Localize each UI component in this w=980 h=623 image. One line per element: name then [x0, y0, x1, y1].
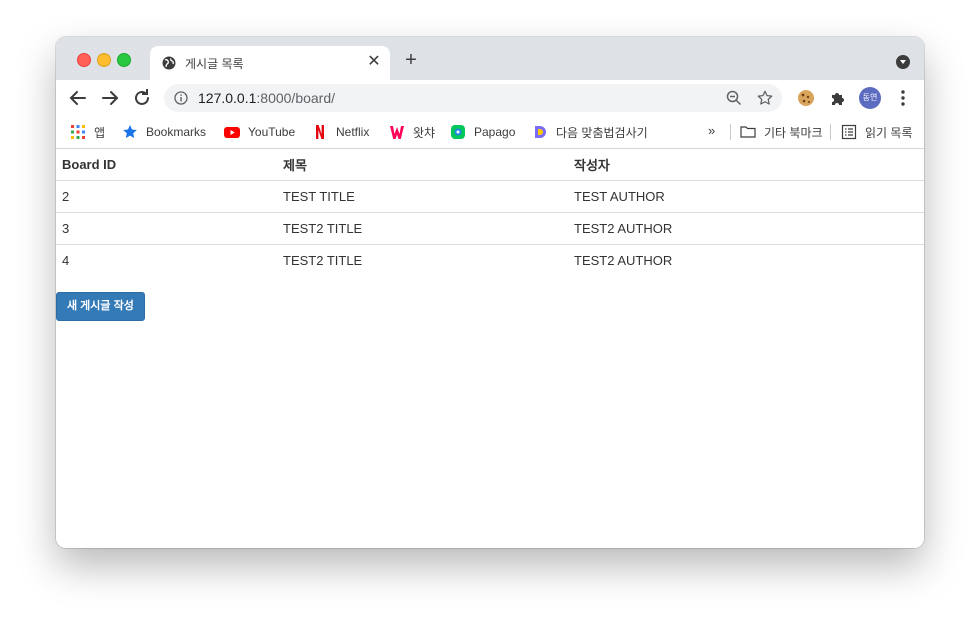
zoom-out-icon[interactable] [726, 90, 742, 106]
page-content: Board ID 제목 작성자 2 TEST TITLE TEST AUTHOR… [56, 149, 924, 548]
browser-window: 게시글 목록 ✕ + 127.0.0.1:8000/board/ 동연 앱 Bo… [56, 37, 924, 548]
tab-strip: 게시글 목록 ✕ + [56, 37, 924, 80]
reading-list-icon [841, 124, 857, 140]
extensions-puzzle-icon[interactable] [828, 88, 848, 108]
cell-author: TEST2 AUTHOR [568, 212, 924, 245]
cell-title: TEST TITLE [277, 180, 568, 213]
folder-icon [740, 126, 756, 138]
bookmarks-divider-2 [830, 124, 831, 140]
reload-icon[interactable] [130, 86, 154, 110]
new-post-button[interactable]: 새 게시글 작성 [56, 292, 145, 321]
minimize-window-button[interactable] [97, 53, 111, 67]
tab-active[interactable]: 게시글 목록 ✕ [150, 46, 390, 80]
globe-icon [162, 56, 176, 70]
bookmarks-divider [730, 124, 731, 140]
bookmark-netflix[interactable]: Netflix [312, 123, 369, 141]
cell-title: TEST2 TITLE [277, 212, 568, 245]
tab-search-icon[interactable] [896, 55, 910, 69]
cookie-extension-icon[interactable] [796, 88, 816, 108]
cell-board-id: 3 [56, 212, 277, 245]
cell-title: TEST2 TITLE [283, 253, 363, 268]
bookmarks-bar: 앱 Bookmarks YouTube Netflix 왓챠 Papago 다음… [56, 116, 924, 149]
bookmark-papago[interactable]: Papago [450, 123, 515, 141]
bookmark-daum-spellcheck[interactable]: 다음 맞춤법검사기 [532, 123, 648, 141]
browser-toolbar: 127.0.0.1:8000/board/ 동연 [56, 80, 924, 116]
address-bar[interactable]: 127.0.0.1:8000/board/ [164, 84, 782, 112]
url-text[interactable]: 127.0.0.1:8000/board/ [198, 90, 335, 106]
daum-icon [535, 126, 546, 138]
menu-kebab-icon[interactable] [895, 88, 911, 108]
table-row[interactable]: 3 TEST2 TITLE TEST2 AUTHOR [56, 212, 924, 245]
back-arrow-icon[interactable] [66, 86, 90, 110]
bookmark-youtube[interactable]: YouTube [224, 123, 295, 141]
star-icon [123, 125, 137, 138]
forward-arrow-icon[interactable] [98, 86, 122, 110]
table-row[interactable]: 2 TEST TITLE TEST AUTHOR [56, 180, 924, 213]
netflix-icon [316, 125, 324, 139]
tab-close-icon[interactable]: ✕ [366, 54, 382, 70]
bookmark-other-folder[interactable]: 기타 북마크 [740, 123, 823, 141]
bookmark-star-icon[interactable] [756, 89, 774, 107]
papago-icon [451, 125, 465, 139]
cell-author: TEST AUTHOR [568, 180, 924, 213]
tab-title: 게시글 목록 [185, 57, 244, 71]
table-header-row: Board ID 제목 작성자 [56, 149, 924, 181]
header-board-id: Board ID [56, 149, 277, 181]
cell-board-id: 4 [62, 253, 70, 268]
header-author: 작성자 [568, 149, 924, 181]
bookmark-watcha[interactable]: 왓챠 [389, 123, 435, 141]
bookmarks-overflow-chevron[interactable]: » [708, 123, 715, 138]
apps-grid-icon [71, 125, 85, 139]
cell-board-id: 2 [56, 180, 277, 213]
youtube-icon [224, 127, 240, 138]
reading-list[interactable]: 읽기 목록 [841, 123, 913, 141]
header-title: 제목 [277, 149, 568, 181]
bookmark-bookmarks[interactable]: Bookmarks [122, 123, 206, 141]
maximize-window-button[interactable] [117, 53, 131, 67]
board-table: Board ID 제목 작성자 2 TEST TITLE TEST AUTHOR… [56, 149, 924, 276]
close-window-button[interactable] [77, 53, 91, 67]
bookmark-apps[interactable]: 앱 [70, 123, 105, 141]
watcha-icon [390, 126, 404, 139]
profile-avatar[interactable]: 동연 [859, 87, 881, 109]
cell-author: TEST2 AUTHOR [574, 253, 673, 268]
info-icon[interactable] [174, 91, 188, 105]
new-tab-button[interactable]: + [402, 50, 420, 70]
table-row[interactable]: 4 TEST2 TITLE TEST2 AUTHOR [56, 245, 924, 277]
